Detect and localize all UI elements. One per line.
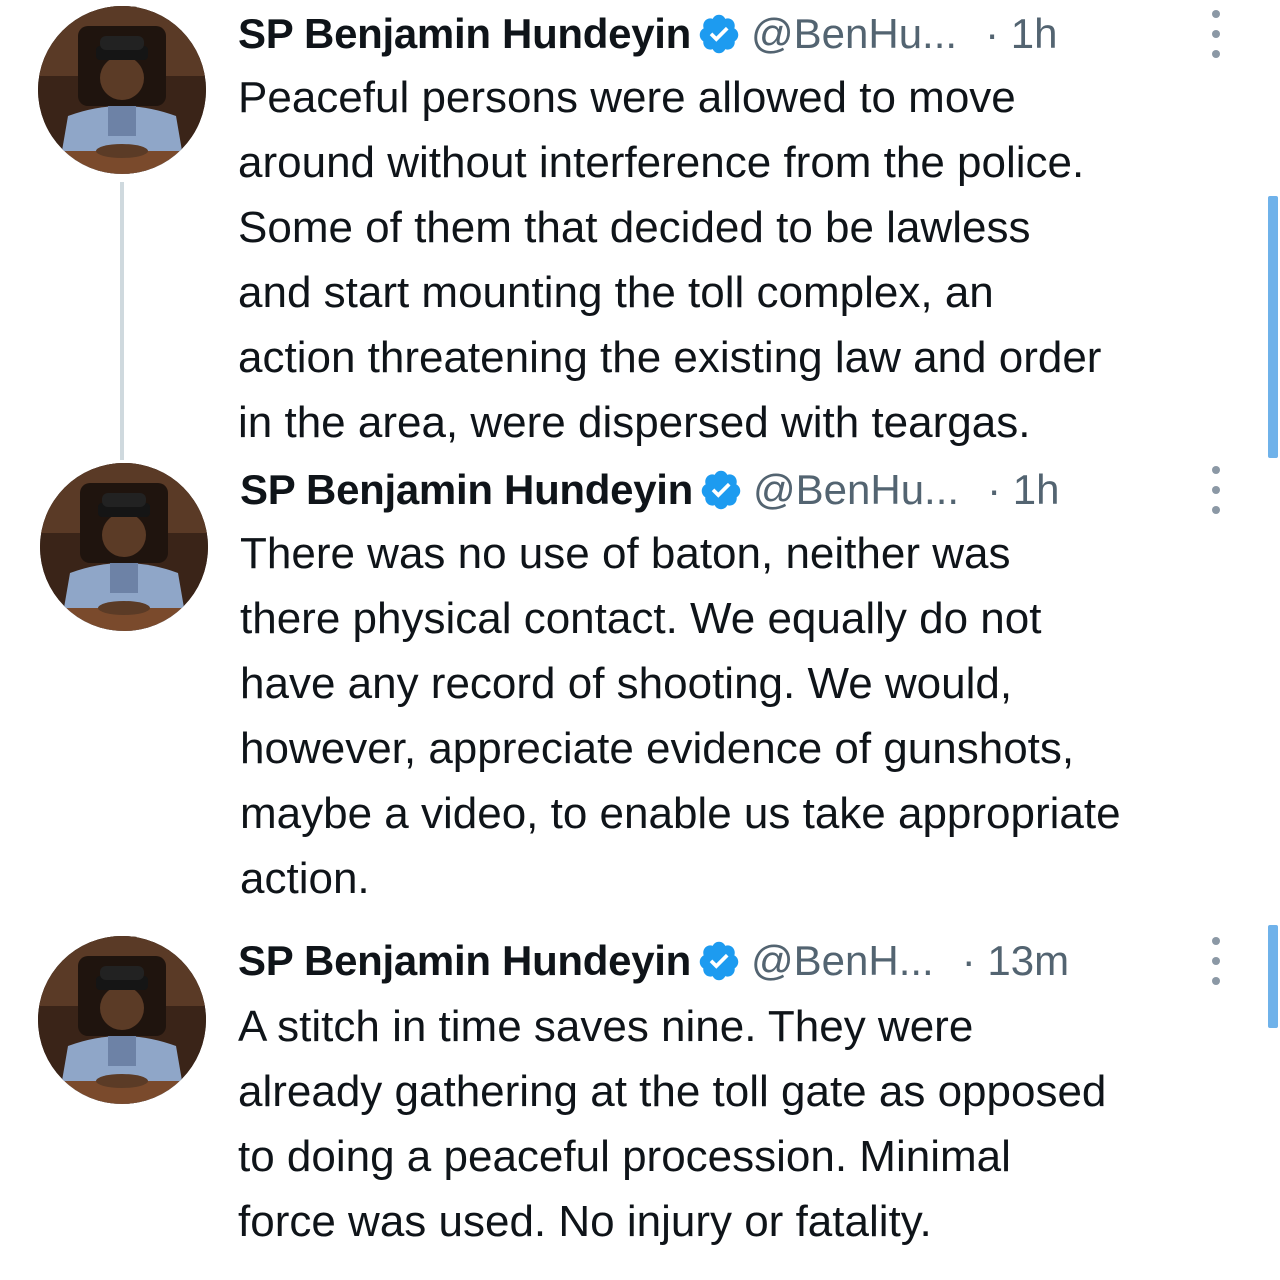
text-line: there physical contact. We equally do no… [240,594,1042,643]
text-line: in the area, were dispersed with teargas… [238,398,1031,447]
more-vertical-icon[interactable] [1208,10,1224,58]
avatar[interactable] [38,6,206,174]
dot [1212,937,1220,945]
tweet-header: SP Benjamin Hundeyin @BenHu... · 1h [238,4,1057,64]
text-line: force was used. No injury or fatality. [238,1197,932,1246]
scroll-indicator[interactable] [1268,925,1278,1028]
text-line: A stitch in time saves nine. They were [238,1002,974,1051]
dot [1212,30,1220,38]
text-line: have any record of shooting. We would, [240,659,1013,708]
dot [1212,486,1220,494]
verified-badge-icon [699,941,739,981]
tweet-text: Peaceful persons were allowed to move ar… [238,65,1248,455]
tweet-header: SP Benjamin Hundeyin @BenHu... · 1h [240,460,1059,520]
tweet-text: A stitch in time saves nine. They were a… [238,994,1248,1254]
text-line: already gathering at the toll gate as op… [238,1067,1107,1116]
display-name[interactable]: SP Benjamin Hundeyin [238,931,691,991]
text-line: There was no use of baton, neither was [240,529,1011,578]
text-line: Some of them that decided to be lawless [238,203,1031,252]
text-line: maybe a video, to enable us take appropr… [240,789,1121,838]
dot [1212,957,1220,965]
user-handle[interactable]: @BenHu... [751,4,957,64]
scroll-indicator[interactable] [1268,196,1278,458]
user-handle[interactable]: @BenHu... [753,460,959,520]
verified-badge-icon [699,14,739,54]
display-name[interactable]: SP Benjamin Hundeyin [240,460,693,520]
user-handle[interactable]: @BenH... [751,931,934,991]
text-line: action threatening the existing law and … [238,333,1102,382]
more-vertical-icon[interactable] [1208,937,1224,985]
text-line: around without interference from the pol… [238,138,1085,187]
dot [1212,10,1220,18]
thread-line [120,182,124,460]
text-line: Peaceful persons were allowed to move [238,73,1016,122]
more-vertical-icon[interactable] [1208,466,1224,514]
timestamp[interactable]: · 13m [962,931,1069,991]
tweet-text: There was no use of baton, neither was t… [240,521,1250,911]
timestamp[interactable]: · 1h [987,460,1059,520]
dot [1212,506,1220,514]
text-line: action. [240,854,370,903]
timestamp[interactable]: · 1h [985,4,1057,64]
dot [1212,50,1220,58]
text-line: and start mounting the toll complex, an [238,268,994,317]
text-line: however, appreciate evidence of gunshots… [240,724,1075,773]
verified-badge-icon [701,470,741,510]
text-line: to doing a peaceful procession. Minimal [238,1132,1011,1181]
avatar[interactable] [40,463,208,631]
tweet-header: SP Benjamin Hundeyin @BenH... · 13m [238,931,1069,991]
display-name[interactable]: SP Benjamin Hundeyin [238,4,691,64]
dot [1212,466,1220,474]
avatar[interactable] [38,936,206,1104]
dot [1212,977,1220,985]
